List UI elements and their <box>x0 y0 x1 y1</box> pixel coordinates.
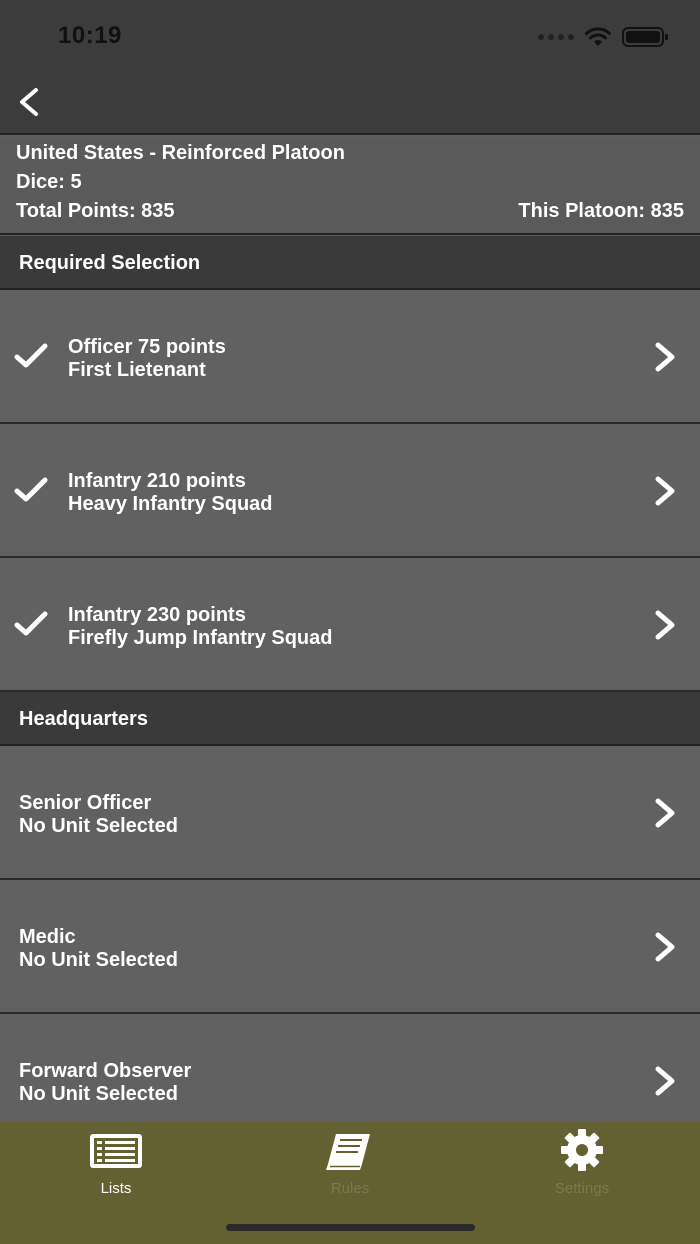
unit-text: Medic No Unit Selected <box>19 926 178 972</box>
battery-icon <box>622 27 668 47</box>
unit-name: First Lietenant <box>68 359 206 381</box>
unit-type-points: Officer 75 points <box>68 336 226 358</box>
gear-icon <box>561 1129 603 1171</box>
chevron-right-icon <box>655 342 675 372</box>
unit-text: Infantry 230 points Firefly Jump Infantr… <box>68 604 332 650</box>
unit-row-infantry-firefly[interactable]: Infantry 230 points Firefly Jump Infantr… <box>0 558 700 692</box>
tab-label: Rules <box>330 1180 370 1197</box>
unit-type: Medic <box>19 926 76 948</box>
status-time: 10:19 <box>58 22 122 49</box>
back-button[interactable] <box>12 82 48 122</box>
chevron-right-icon <box>655 610 675 640</box>
tab-label: Settings <box>554 1180 610 1197</box>
checkmark-icon <box>14 343 48 368</box>
unit-row-infantry-heavy[interactable]: Infantry 210 points Heavy Infantry Squad <box>0 424 700 558</box>
chevron-right-icon <box>655 476 675 506</box>
tab-label: Lists <box>100 1180 132 1197</box>
dice-count: Dice: 5 <box>16 171 82 193</box>
platoon-summary: United States - Reinforced Platoon Dice:… <box>0 137 700 235</box>
unit-text: Forward Observer No Unit Selected <box>19 1060 191 1106</box>
unit-row-officer[interactable]: Officer 75 points First Lietenant <box>0 290 700 424</box>
unit-row-senior-officer[interactable]: Senior Officer No Unit Selected <box>0 746 700 880</box>
tab-settings[interactable]: Settings <box>522 1128 642 1208</box>
platoon-title: United States - Reinforced Platoon <box>16 142 345 164</box>
unit-text: Infantry 210 points Heavy Infantry Squad <box>68 470 273 516</box>
unit-type: Forward Observer <box>19 1060 192 1082</box>
unit-selection: No Unit Selected <box>19 815 178 837</box>
tab-rules[interactable]: Rules <box>290 1128 410 1208</box>
unit-text: Officer 75 points First Lietenant <box>68 336 226 382</box>
tab-bar: Lists Rules Settings <box>0 1122 700 1244</box>
chevron-right-icon <box>655 798 675 828</box>
unit-name: Firefly Jump Infantry Squad <box>68 627 333 649</box>
unit-type: Senior Officer <box>19 792 152 814</box>
signal-icon <box>538 34 574 40</box>
status-icons <box>538 24 670 50</box>
total-points: Total Points: 835 <box>16 200 175 222</box>
unit-type-points: Infantry 210 points <box>68 470 246 492</box>
unit-type-points: Infantry 230 points <box>68 604 246 626</box>
list-icon <box>90 1134 142 1168</box>
checkmark-icon <box>14 611 48 636</box>
checkmark-icon <box>14 477 48 502</box>
chevron-right-icon <box>655 932 675 962</box>
book-icon <box>326 1134 370 1170</box>
chevron-left-icon <box>20 88 38 116</box>
unit-text: Senior Officer No Unit Selected <box>19 792 178 838</box>
wifi-icon <box>585 27 611 46</box>
tab-lists[interactable]: Lists <box>56 1128 176 1208</box>
home-indicator[interactable] <box>226 1224 475 1231</box>
chevron-right-icon <box>655 1066 675 1096</box>
unit-selection: No Unit Selected <box>19 1083 178 1105</box>
status-bar: 10:19 <box>0 0 700 70</box>
this-platoon-points: This Platoon: 835 <box>518 200 684 222</box>
unit-name: Heavy Infantry Squad <box>68 493 273 515</box>
navigation-bar <box>0 70 700 135</box>
unit-row-medic[interactable]: Medic No Unit Selected <box>0 880 700 1014</box>
section-header-required: Required Selection <box>0 236 700 290</box>
unit-selection: No Unit Selected <box>19 949 178 971</box>
section-header-headquarters: Headquarters <box>0 692 700 746</box>
